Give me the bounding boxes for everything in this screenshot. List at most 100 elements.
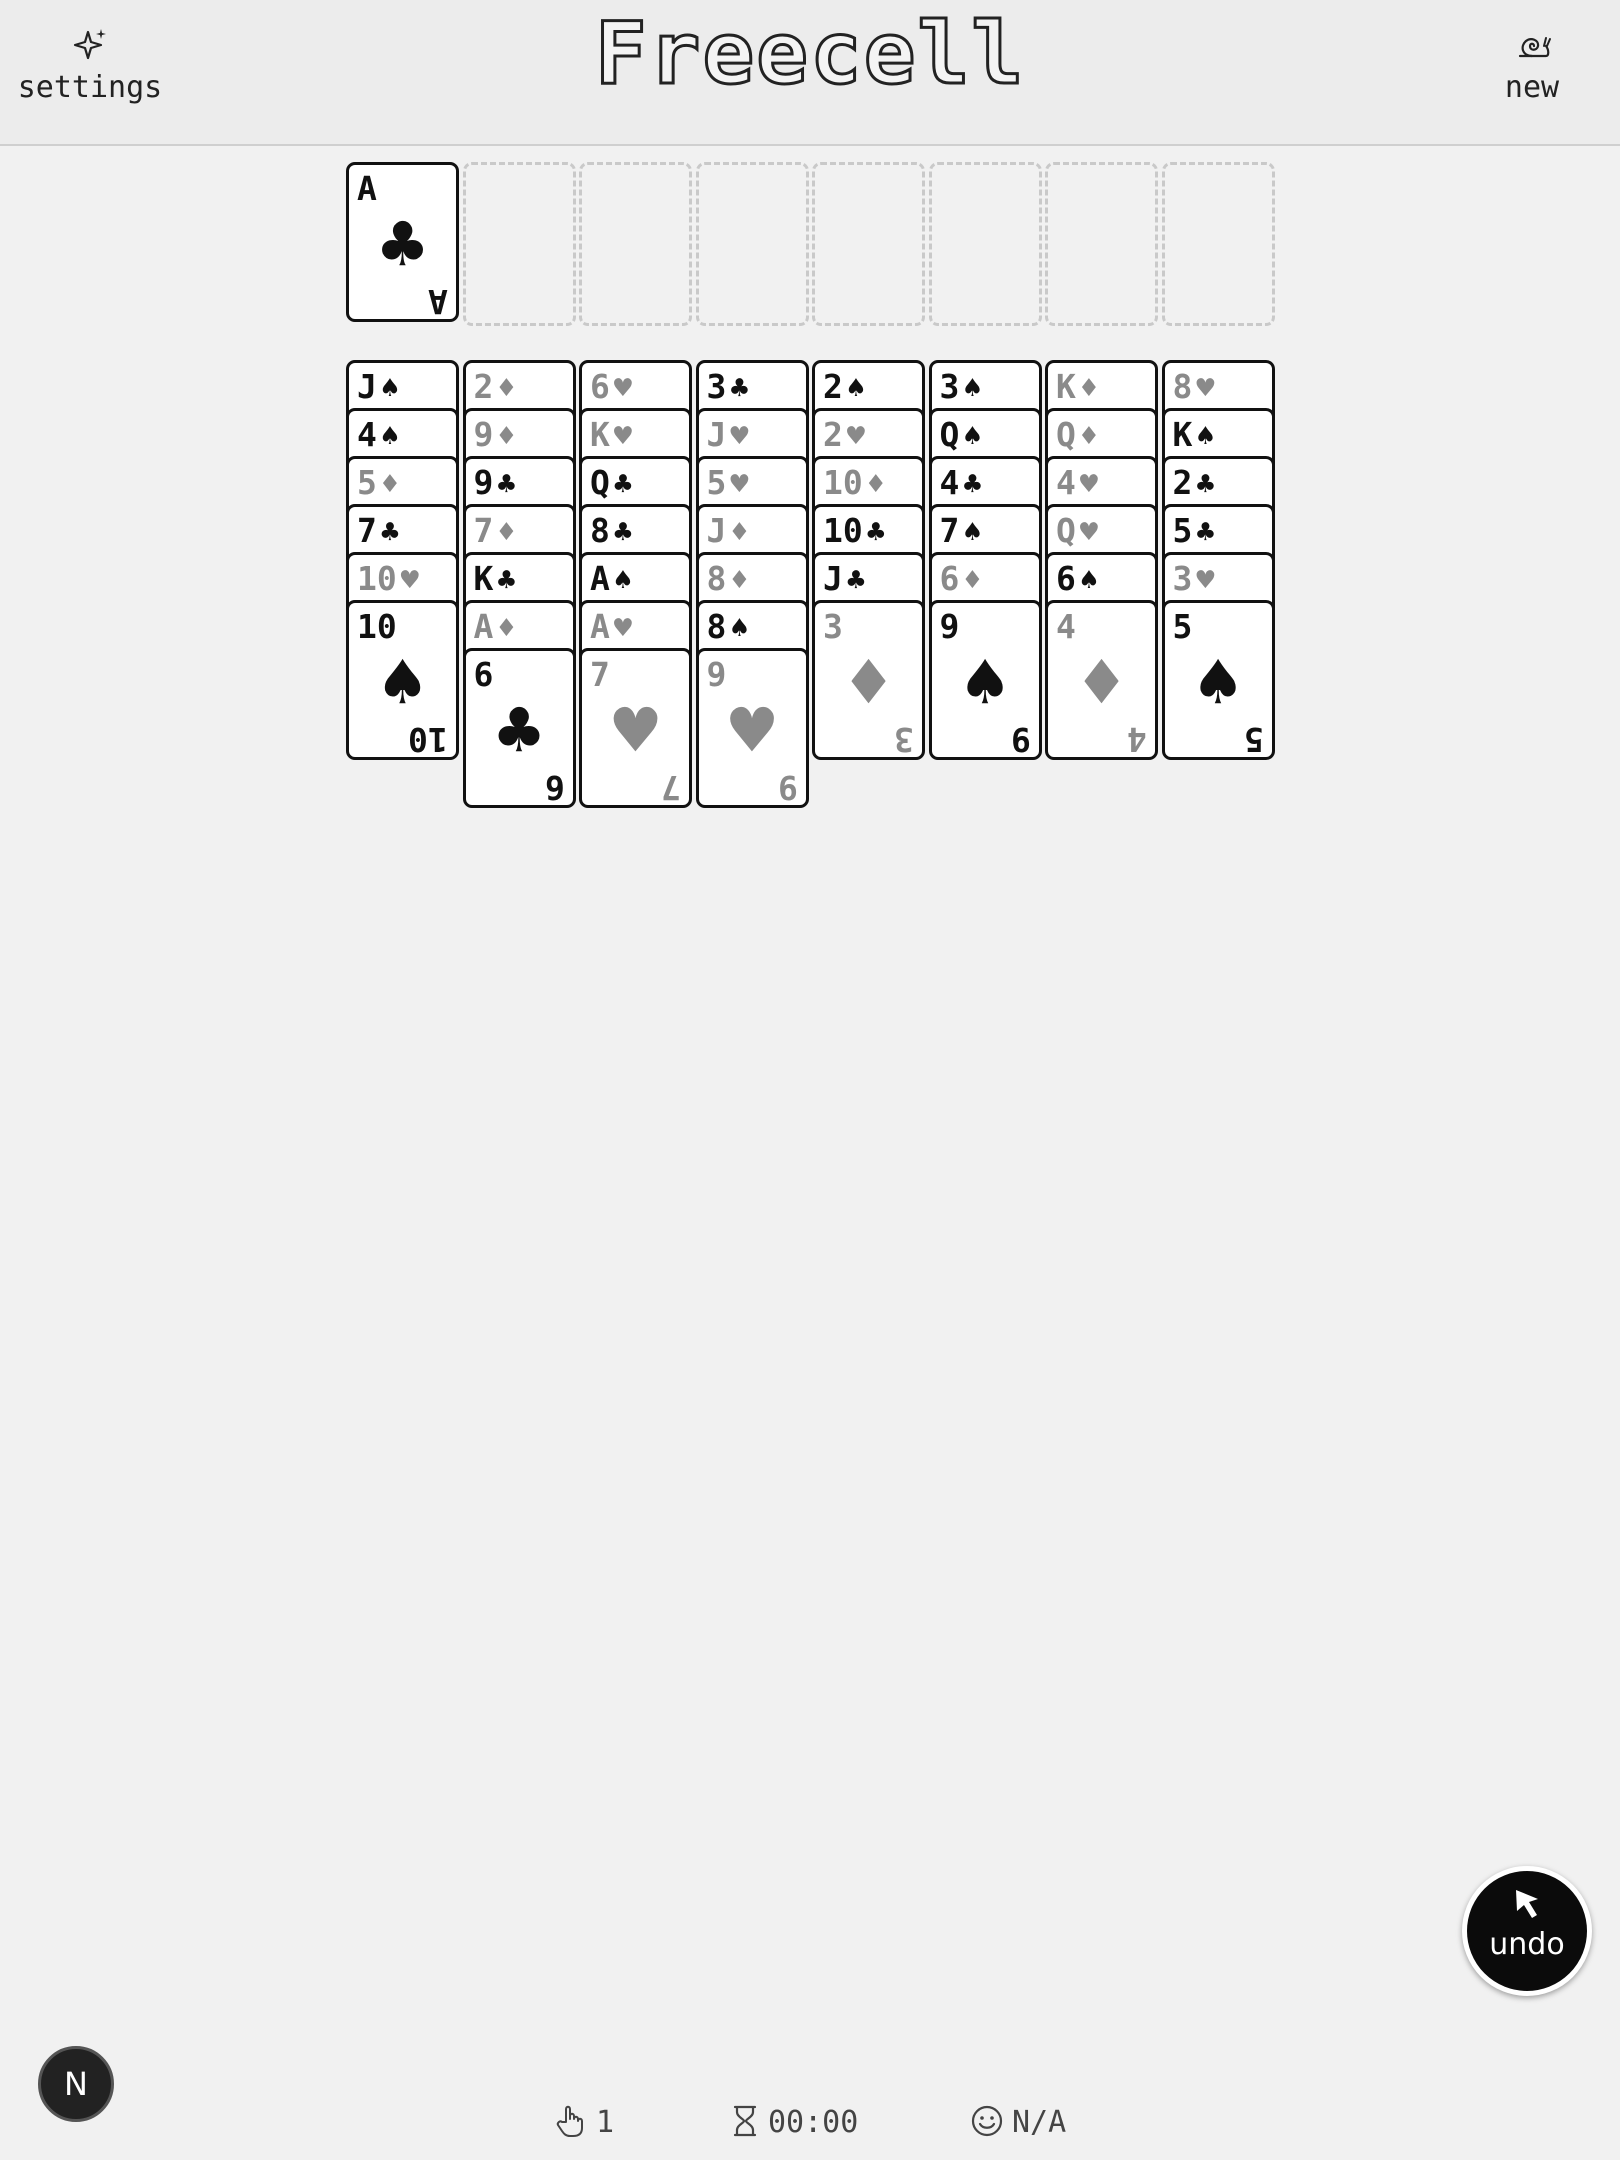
card-rank-suit: Q ♥ [1056,513,1098,551]
empty-cell-slot[interactable] [1045,162,1158,326]
card-rank-suit: 4 ♠ [357,417,399,455]
card-suit: ♠ [730,611,749,646]
empty-cell-slot[interactable] [695,162,809,326]
card-rank-suit: 6 [474,657,494,693]
new-game-button[interactable]: new [1442,26,1620,105]
card-rank: K [590,415,610,454]
card-suit-large: ♦ [846,640,891,726]
card-rank-suit: 9 ♣ [474,465,516,503]
card-suit: ♥ [846,419,865,454]
card-rank: 10 [823,511,863,550]
new-label: new [1504,70,1560,105]
card-rank: 7 [590,655,610,694]
card-rank-suit: 8 ♠ [707,609,749,647]
tableau-card[interactable]: 7 ♥ 7 [579,648,692,808]
card-rank: 6 [1056,559,1076,598]
card-rank-suit: J ♣ [823,561,865,599]
card-rank: 5 [1172,511,1193,550]
card-rank-suit: 3 ♣ [707,369,749,407]
card-suit: ♦ [380,467,399,502]
card-rank: 2 [823,367,843,406]
card-rank-suit: Q ♣ [590,465,632,503]
card-rank-suit: 4 [1056,609,1076,645]
card-suit: ♣ [730,371,749,406]
undo-button[interactable]: undo [1462,1866,1592,1996]
n-badge[interactable]: N [38,2046,114,2122]
card-rank-suit: 2 ♣ [1173,465,1215,503]
empty-cell-slot[interactable] [462,162,576,326]
card-suit: ♣ [613,515,632,550]
card-rank: A [590,559,610,598]
tableau-card[interactable]: 10 ♠ 10 [346,600,459,760]
card-rank-suit: 9 ♦ [474,417,516,455]
card-rank-suit: 5 ♥ [707,465,749,503]
card-rank: 6 [939,559,960,598]
card-suit: ♣ [1196,467,1215,502]
card-rank-suit: 7 ♠ [940,513,982,551]
tableau-card[interactable]: 9 ♠ 9 [928,600,1042,760]
card-rank: 8 [590,511,610,550]
card-rank-suit: 7 ♣ [357,513,399,551]
card-rank: 8 [1172,367,1193,406]
tableau-card[interactable]: 6 ♣ 6 [462,648,576,808]
empty-cell-slot[interactable] [579,162,692,326]
card-suit: ♣ [866,515,885,550]
score-value: N/A [1012,2105,1067,2140]
card-rank-suit: 9 [707,657,727,693]
card-suit: ♥ [1196,371,1215,406]
card-suit: ♠ [963,419,982,454]
foundation-card[interactable]: A ♣ A [346,162,459,322]
card-rank: 3 [1172,559,1193,598]
card-rank: 4 [1056,463,1076,502]
timer-value: 00:00 [768,2105,859,2140]
card-suit: ♦ [730,515,749,550]
score: N/A [970,2104,1066,2140]
card-rank-suit: K ♦ [1056,369,1098,407]
card-rank: 7 [357,511,377,550]
card-rank-suit: A ♥ [590,609,632,647]
card-rank: A [357,169,377,208]
card-rank-suit: J ♠ [357,369,399,407]
card-rank: 9 [473,463,494,502]
card-rank-suit: 8 ♥ [1173,369,1215,407]
empty-cell-slot[interactable] [1161,162,1275,326]
card-suit: ♠ [380,419,399,454]
tableau-card[interactable]: 9 ♥ 9 [695,648,809,808]
card-suit: ♣ [497,467,516,502]
card-rank-suit: Q ♠ [940,417,982,455]
card-rank-suit: 2 ♥ [823,417,865,455]
card-suit: ♦ [730,563,749,598]
card-rank-suit: K ♣ [474,561,516,599]
card-rank-suit: K ♥ [590,417,632,455]
card-suit: ♣ [846,563,865,598]
card-rank: A [590,607,610,646]
undo-label: undo [1489,1927,1565,1962]
tableau-card[interactable]: 4 ♦ 4 [1045,600,1158,760]
card-rank-inverted: 7 [661,768,681,807]
card-suit-large: ♠ [380,640,425,726]
empty-cell-slot[interactable] [812,162,925,326]
card-suit: ♥ [1079,515,1098,550]
card-rank: Q [939,415,960,454]
card-rank: 9 [706,655,727,694]
card-suit: ♥ [613,419,632,454]
hand-pointer-icon [554,2105,596,2140]
card-rank-suit: 5 [1173,609,1193,645]
card-rank-suit: K ♠ [1173,417,1215,455]
tableau-card[interactable]: 3 ♦ 3 [812,600,925,760]
card-rank: Q [590,463,610,502]
empty-cell-slot[interactable] [928,162,1042,326]
card-rank-suit: 2 ♠ [823,369,865,407]
tableau-card[interactable]: 5 ♠ 5 [1161,600,1275,760]
snail-icon [1442,26,1620,70]
card-rank: 8 [706,559,727,598]
card-suit-large: ♣ [380,202,425,288]
card-rank: K [473,559,494,598]
timer: 00:00 [730,2104,858,2140]
card-rank: 8 [706,607,727,646]
card-rank-suit: 8 ♣ [590,513,632,551]
card-rank-suit: 5 ♦ [357,465,399,503]
card-rank: 4 [939,463,960,502]
card-rank: 4 [357,415,377,454]
card-rank: 9 [473,415,494,454]
